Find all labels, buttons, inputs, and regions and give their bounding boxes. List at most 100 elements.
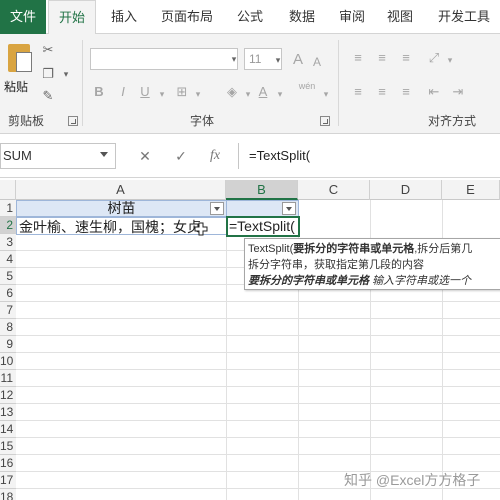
grid-line <box>16 437 500 438</box>
row-header[interactable]: 8 <box>0 319 16 336</box>
tooltip-function-name: TextSplit( <box>248 243 294 255</box>
clipboard-launcher-icon[interactable] <box>68 116 78 126</box>
align-right-icon[interactable]: ≡ <box>398 84 414 100</box>
phonetic-icon[interactable]: wén <box>296 76 318 96</box>
cell-select-cursor-icon <box>194 222 208 236</box>
grow-font-icon[interactable]: A <box>290 50 306 70</box>
column-header-c[interactable]: C <box>298 180 370 200</box>
row-header[interactable]: 14 <box>0 421 16 438</box>
grid-line <box>16 454 500 455</box>
tooltip-line-3: 要拆分的字符串或单元格 输入字符串或选一个 <box>248 273 500 289</box>
row-header[interactable]: 17 <box>0 472 16 489</box>
fill-color-icon[interactable]: ◈ <box>224 84 240 100</box>
grid-line <box>226 200 227 500</box>
cell-b2-text: =TextSplit( <box>229 218 295 234</box>
font-name-box[interactable] <box>90 48 238 70</box>
row-header[interactable]: 4 <box>0 251 16 268</box>
align-center-icon[interactable]: ≡ <box>374 84 390 100</box>
ribbon-tab-bar: 文件 开始 插入 页面布局 公式 数据 审阅 视图 开发工具 <box>0 0 500 35</box>
align-left-icon[interactable]: ≡ <box>350 84 366 100</box>
font-color-icon[interactable]: A <box>256 82 270 102</box>
tab-insert[interactable]: 插入 <box>100 0 148 34</box>
row-header[interactable]: 12 <box>0 387 16 404</box>
column-header-e[interactable]: E <box>442 180 500 200</box>
borders-icon[interactable]: ⊞ <box>174 84 190 100</box>
underline-dropdown-icon[interactable]: ▾ <box>154 86 170 102</box>
tooltip-line-1: TextSplit(要拆分的字符串或单元格,拆分后第几 <box>248 241 500 257</box>
copy-dropdown-icon[interactable]: ▾ <box>58 66 74 82</box>
row-header[interactable]: 13 <box>0 404 16 421</box>
row-header[interactable]: 16 <box>0 455 16 472</box>
row-header[interactable]: 10 <box>0 353 16 370</box>
format-painter-icon[interactable]: ✎ <box>40 88 56 104</box>
grid-line <box>16 386 500 387</box>
tab-file[interactable]: 文件 <box>0 0 46 34</box>
column-header-bar: A B C D E <box>0 180 500 200</box>
tab-review[interactable]: 审阅 <box>330 0 374 34</box>
increase-indent-icon[interactable]: ⇥ <box>450 84 466 100</box>
shrink-font-icon[interactable]: A <box>310 52 324 72</box>
group-separator <box>338 40 339 126</box>
formula-input[interactable]: =TextSplit( <box>238 143 500 169</box>
copy-icon[interactable]: ❐ <box>40 66 56 82</box>
cut-icon[interactable]: ✂ <box>40 42 56 58</box>
name-box[interactable]: SUM <box>0 143 116 169</box>
tooltip-rest: ,拆分后第几 <box>414 243 473 255</box>
borders-dropdown-icon[interactable]: ▾ <box>190 86 206 102</box>
name-box-dropdown-icon[interactable] <box>100 152 108 157</box>
italic-button[interactable]: I <box>116 82 130 102</box>
orientation-dropdown-icon[interactable]: ▾ <box>442 52 458 68</box>
align-top-icon[interactable]: ≡ <box>350 50 366 66</box>
column-header-b[interactable]: B <box>226 180 298 200</box>
row-header[interactable]: 6 <box>0 285 16 302</box>
font-color-dropdown-icon[interactable]: ▾ <box>272 86 288 102</box>
decrease-indent-icon[interactable]: ⇤ <box>426 84 442 100</box>
column-header-d[interactable]: D <box>370 180 442 200</box>
tab-view[interactable]: 视图 <box>378 0 422 34</box>
row-header[interactable]: 7 <box>0 302 16 319</box>
bold-button[interactable]: B <box>92 82 106 102</box>
font-launcher-icon[interactable] <box>320 116 330 126</box>
grid-line <box>16 318 500 319</box>
fill-color-dropdown-icon[interactable]: ▾ <box>240 86 256 102</box>
row-header[interactable]: 1 <box>0 200 16 217</box>
row-header[interactable]: 11 <box>0 370 16 387</box>
insert-function-icon[interactable]: fx <box>206 148 224 164</box>
column-header-a[interactable]: A <box>16 180 226 200</box>
paste-paper-icon <box>16 52 32 72</box>
font-size-value: 11 <box>249 52 262 66</box>
filter-dropdown-icon[interactable] <box>282 202 296 215</box>
alignment-group-label: 对齐方式 <box>428 114 477 128</box>
cell-b2-active[interactable]: =TextSplit( <box>226 216 300 237</box>
phonetic-dropdown-icon[interactable]: ▾ <box>318 86 334 102</box>
cancel-icon[interactable]: ✕ <box>136 148 154 164</box>
font-size-dropdown-icon[interactable]: ▾ <box>270 52 286 68</box>
cell-a1-text: 树苗 <box>107 200 136 216</box>
enter-icon[interactable]: ✓ <box>172 148 190 164</box>
orientation-icon[interactable]: ⤢ <box>426 50 442 66</box>
row-header[interactable]: 18 <box>0 489 16 500</box>
filter-dropdown-icon[interactable] <box>210 202 224 215</box>
row-header[interactable]: 2 <box>0 217 16 234</box>
row-header[interactable]: 9 <box>0 336 16 353</box>
align-middle-icon[interactable]: ≡ <box>374 50 390 66</box>
grid-line <box>16 403 500 404</box>
tab-data[interactable]: 数据 <box>278 0 326 34</box>
tab-home[interactable]: 开始 <box>48 0 96 35</box>
tooltip-arg-desc: 要拆分的字符串或单元格 <box>248 275 369 287</box>
grid-line <box>16 301 500 302</box>
paste-button-label[interactable]: 粘贴 <box>4 78 28 95</box>
cell-a1[interactable]: 树苗 <box>16 200 227 217</box>
row-header[interactable]: 15 <box>0 438 16 455</box>
row-header[interactable]: 3 <box>0 234 16 251</box>
cell-a2-text: 金叶榆、速生柳，国槐；女贞 <box>19 219 201 235</box>
tab-formulas[interactable]: 公式 <box>226 0 274 34</box>
row-header[interactable]: 5 <box>0 268 16 285</box>
select-all-corner[interactable] <box>0 180 16 200</box>
tab-page-layout[interactable]: 页面布局 <box>152 0 222 34</box>
align-bottom-icon[interactable]: ≡ <box>398 50 414 66</box>
underline-button[interactable]: U <box>138 82 152 102</box>
font-dropdown-icon[interactable]: ▾ <box>226 51 242 67</box>
tab-developer[interactable]: 开发工具 <box>428 0 500 34</box>
ribbon-home: 粘贴 ✂ ❐ ▾ ✎ 剪贴板 ▾ 11 ▾ A A B I U ▾ ⊞ ▾ ◈ … <box>0 34 500 134</box>
